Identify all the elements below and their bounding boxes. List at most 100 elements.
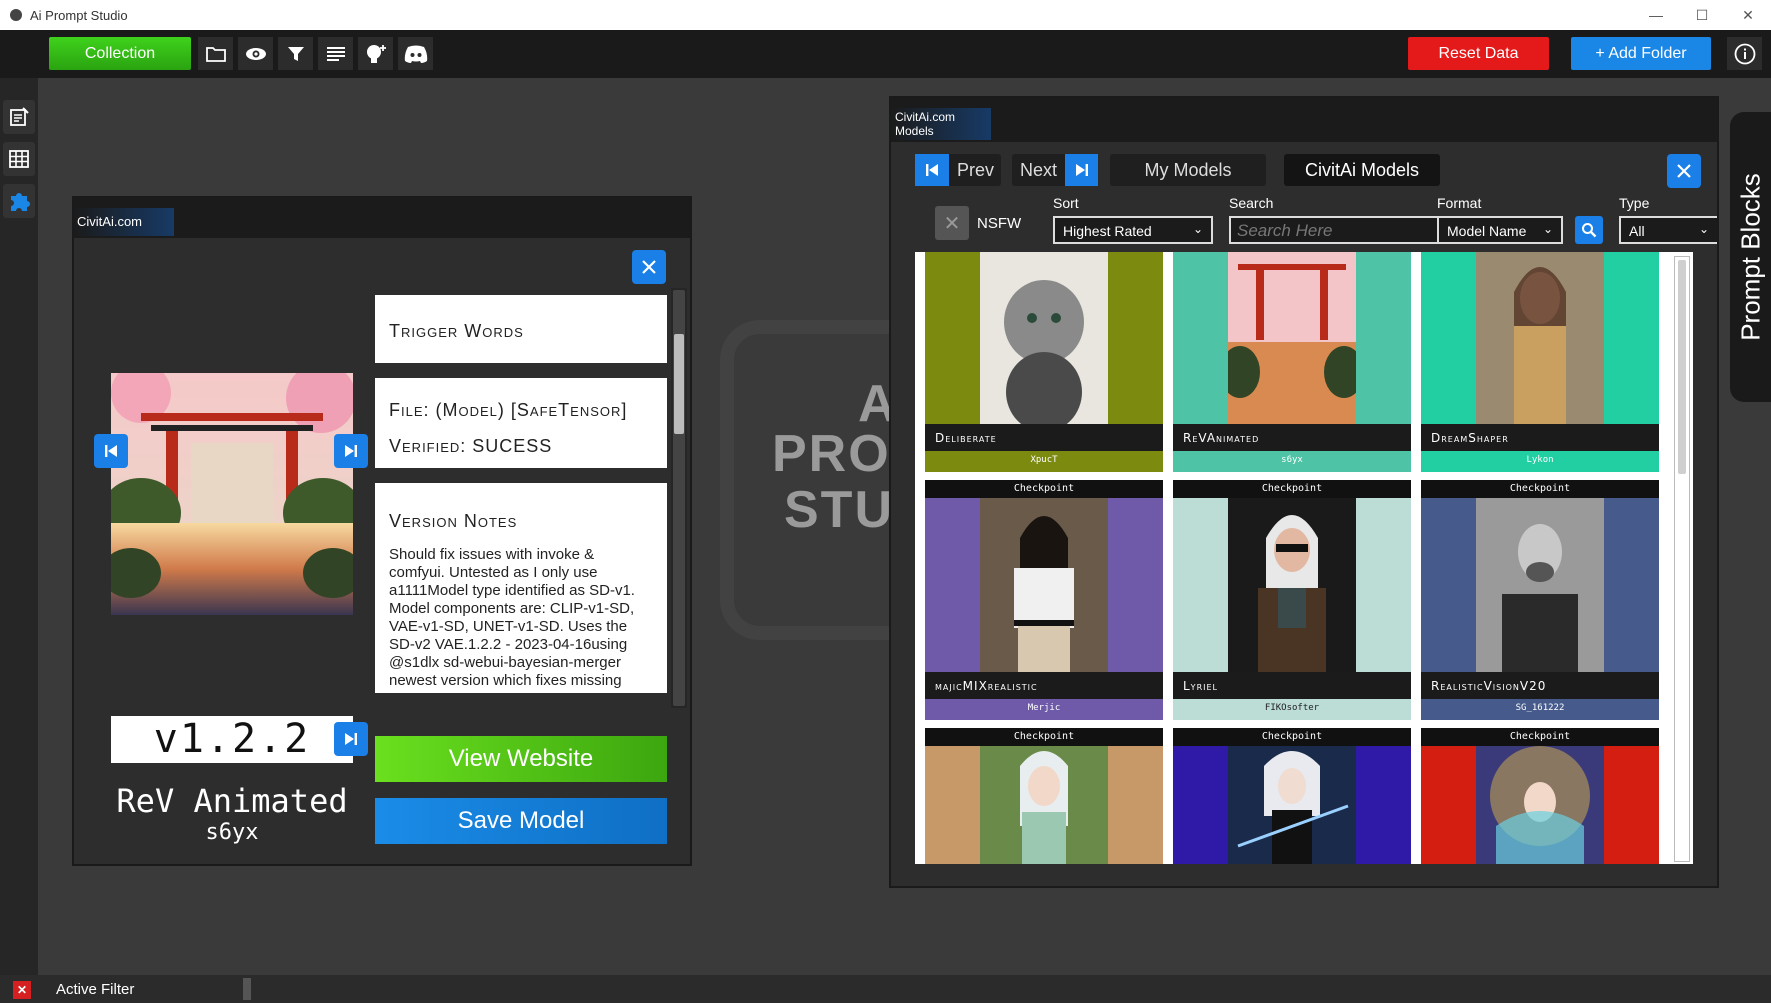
discord-icon[interactable]	[398, 37, 433, 70]
grid-icon[interactable]	[3, 142, 35, 176]
models-browser-panel: CivitAi.com Models Prev Next My Models C…	[889, 96, 1719, 888]
skip-forward-icon	[345, 733, 357, 745]
prompt-blocks-tab[interactable]: Prompt Blocks	[1730, 112, 1771, 402]
card-creator: s6yx	[1173, 451, 1411, 470]
trigger-words-box: Trigger Words	[375, 295, 667, 363]
main-toolbar: Collection Reset Data + Add Folder	[0, 30, 1771, 78]
chevron-down-icon: ⌄	[1542, 222, 1553, 236]
skip-back-icon	[105, 445, 117, 457]
tab-my-models[interactable]: My Models	[1110, 154, 1266, 186]
prev-page-button[interactable]: Prev	[915, 154, 1001, 186]
status-divider	[243, 978, 251, 1000]
nsfw-checkbox[interactable]: ✕	[935, 206, 969, 240]
model-card[interactable]: Deliberate XpucT	[925, 252, 1163, 472]
list-icon[interactable]	[318, 37, 353, 70]
notes-icon[interactable]	[3, 100, 35, 134]
add-folder-button[interactable]: + Add Folder	[1571, 37, 1711, 70]
close-browser-button[interactable]	[1667, 154, 1701, 188]
model-preview-image	[111, 373, 353, 615]
sort-label: Sort	[1053, 195, 1079, 211]
background-logo-line-2: PRO	[772, 425, 891, 483]
reset-data-button[interactable]: Reset Data	[1408, 37, 1549, 70]
card-name: DreamShaper	[1421, 424, 1659, 451]
search-icon	[1582, 223, 1597, 238]
model-card[interactable]: Checkpoint	[1421, 728, 1659, 864]
close-icon	[642, 260, 656, 274]
info-scrollbar[interactable]	[671, 288, 687, 708]
card-name: ReVAnimated	[1173, 424, 1411, 451]
search-button[interactable]	[1575, 216, 1603, 244]
next-image-button[interactable]	[334, 434, 368, 468]
save-model-button[interactable]: Save Model	[375, 798, 667, 844]
grid-scrollbar[interactable]	[1674, 256, 1690, 862]
card-type: Checkpoint	[925, 728, 1163, 746]
info-icon[interactable]	[1727, 37, 1762, 70]
version-notes-text: Should fix issues with invoke & comfyui.…	[389, 546, 635, 689]
grid-scrollbar-thumb[interactable]	[1678, 260, 1686, 474]
puzzle-icon[interactable]	[3, 184, 35, 218]
sort-select[interactable]: Highest Rated ⌄	[1053, 216, 1213, 244]
card-type: Checkpoint	[1173, 480, 1411, 498]
sort-value: Highest Rated	[1063, 223, 1152, 239]
card-image	[980, 498, 1108, 672]
card-name: Lyriel	[1173, 672, 1411, 699]
search-label: Search	[1229, 195, 1274, 211]
active-filter-label: Active Filter	[56, 981, 135, 998]
format-select[interactable]: Model Name ⌄	[1437, 216, 1563, 244]
prev-image-button[interactable]	[94, 434, 128, 468]
filter-icon[interactable]	[278, 37, 313, 70]
collection-button[interactable]: Collection	[49, 37, 191, 70]
model-detail-tab[interactable]: CivitAi.com	[74, 208, 174, 236]
eye-icon[interactable]	[238, 37, 273, 70]
model-card[interactable]: Checkpoint RealisticVisionV20 SG_161222	[1421, 480, 1659, 720]
card-name: RealisticVisionV20	[1421, 672, 1659, 699]
model-card[interactable]: Checkpoint Lyriel FIKOsofter	[1173, 480, 1411, 720]
background-logo-line-3: STU	[784, 481, 894, 539]
model-card[interactable]: Checkpoint	[1173, 728, 1411, 864]
card-type: Checkpoint	[1173, 728, 1411, 746]
card-image	[1228, 746, 1356, 864]
maximize-icon[interactable]: ☐	[1679, 0, 1725, 30]
window-title: Ai Prompt Studio	[30, 7, 128, 23]
next-version-button[interactable]	[334, 722, 368, 756]
model-detail-panel: CivitAi.com Trigger Words File: (Model) …	[72, 196, 692, 866]
prev-label: Prev	[957, 159, 995, 180]
window-controls: — ☐ ✕	[1633, 0, 1771, 30]
format-value: Model Name	[1447, 223, 1527, 239]
card-name: majicMIXrealistic	[925, 672, 1163, 699]
model-card[interactable]: ReVAnimated s6yx	[1173, 252, 1411, 472]
prompt-blocks-label: Prompt Blocks	[1735, 173, 1765, 341]
card-creator: FIKOsofter	[1173, 699, 1411, 718]
type-select[interactable]: All ⌄	[1619, 216, 1717, 244]
title-bar: Ai Prompt Studio — ☐ ✕	[0, 0, 1771, 30]
card-creator: Lykon	[1421, 451, 1659, 470]
close-window-icon[interactable]: ✕	[1725, 0, 1771, 30]
file-type-text: File: (Model) [SafeTensor]	[389, 400, 628, 420]
lightbulb-icon[interactable]	[358, 37, 393, 70]
clear-filter-icon[interactable]: ✕	[13, 981, 31, 999]
card-name: Deliberate	[925, 424, 1163, 451]
version-notes-box: Version Notes Should fix issues with inv…	[375, 483, 667, 693]
card-image	[980, 252, 1108, 424]
info-scrollbar-thumb[interactable]	[674, 334, 684, 434]
tab-civitai-models[interactable]: CivitAi Models	[1284, 154, 1440, 186]
type-value: All	[1629, 223, 1645, 239]
model-card[interactable]: Checkpoint majicMIXrealistic Merjic	[925, 480, 1163, 720]
model-card[interactable]: Checkpoint	[925, 728, 1163, 864]
minimize-icon[interactable]: —	[1633, 0, 1679, 30]
model-card[interactable]: DreamShaper Lykon	[1421, 252, 1659, 472]
card-image	[1476, 252, 1604, 424]
card-image	[1476, 498, 1604, 672]
status-bar: ✕ Active Filter	[0, 975, 1771, 1003]
chevron-down-icon: ⌄	[1192, 222, 1203, 236]
close-icon	[1677, 164, 1691, 178]
next-page-button[interactable]: Next	[1012, 154, 1098, 186]
folder-icon[interactable]	[198, 37, 233, 70]
model-detail-header: CivitAi.com	[74, 198, 690, 238]
close-detail-button[interactable]	[632, 250, 666, 284]
card-image	[1476, 746, 1604, 864]
search-input[interactable]: Search Here	[1229, 216, 1439, 244]
view-website-button[interactable]: View Website	[375, 736, 667, 782]
models-browser-tab[interactable]: CivitAi.com Models	[891, 108, 991, 140]
skip-forward-icon	[345, 445, 357, 457]
